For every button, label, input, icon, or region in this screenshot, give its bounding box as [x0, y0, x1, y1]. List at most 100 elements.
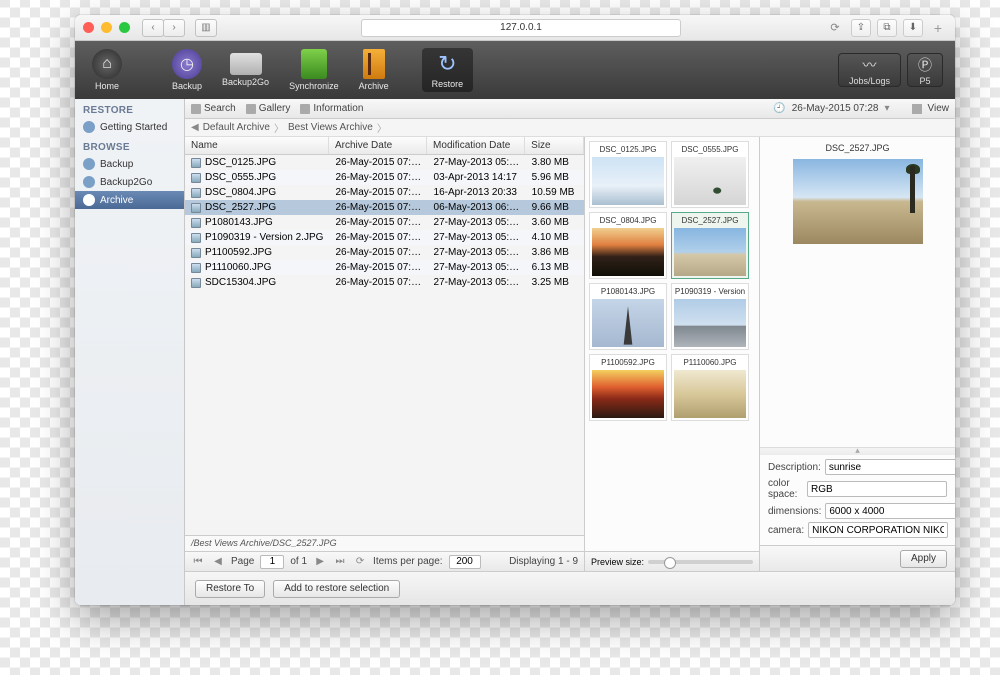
cell-archive-date: 26-May-2015 07:28 [329, 216, 427, 229]
toolbar-home[interactable]: ⌂ Home [87, 46, 127, 94]
toolbar-restore[interactable]: ↻ Restore [422, 48, 474, 92]
pager-items-input[interactable] [449, 555, 481, 569]
cell-name: P1090319 - Version 2.JPG [205, 232, 323, 243]
col-modification-date[interactable]: Modification Date [427, 137, 525, 154]
information-icon [300, 104, 310, 114]
thumbnail[interactable]: P1110060.JPG [671, 354, 749, 421]
inspector-panel: DSC_2527.JPG Description: color space: d… [760, 137, 955, 571]
thumbnail[interactable]: DSC_0125.JPG [589, 141, 667, 208]
sidebar-getting-started[interactable]: Getting Started [75, 118, 184, 136]
colorspace-field[interactable] [807, 481, 947, 497]
table-row[interactable]: P1090319 - Version 2.JPG26-May-2015 07:2… [185, 230, 584, 245]
thumb-image [592, 370, 664, 418]
apply-button[interactable]: Apply [900, 550, 947, 568]
table-row[interactable]: P1100592.JPG26-May-2015 07:2827-May-2013… [185, 245, 584, 260]
sidebar-item-archive[interactable]: Archive [75, 191, 184, 209]
crumb-back-icon[interactable]: ◀ [191, 122, 199, 133]
cell-name: DSC_0804.JPG [205, 187, 276, 198]
inspector-divider[interactable] [760, 447, 955, 455]
add-to-restore-button[interactable]: Add to restore selection [273, 580, 400, 598]
col-archive-date[interactable]: Archive Date [329, 137, 427, 154]
titlebar: ‹ › ▥ 127.0.0.1 ⟳ ⇪ ⧉ ⬇ + [75, 15, 955, 41]
thumbnail[interactable]: P1090319 - Version [671, 283, 749, 350]
app-window: ‹ › ▥ 127.0.0.1 ⟳ ⇪ ⧉ ⬇ + ⌂ Home ◷ Backu… [75, 15, 955, 605]
back-button[interactable]: ‹ [142, 19, 164, 37]
thumb-label: P1090319 - Version [674, 286, 746, 297]
thumb-image [674, 228, 746, 276]
inspector-preview-image [793, 159, 923, 244]
sidebar-item-backup2go[interactable]: Backup2Go [75, 173, 184, 191]
crumb-default-archive[interactable]: Default Archive [203, 122, 270, 133]
thumb-label: DSC_0804.JPG [592, 215, 664, 226]
thumbnail[interactable]: P1080143.JPG [589, 283, 667, 350]
toolbar-home-label: Home [95, 81, 119, 91]
pager-first-icon[interactable]: ⏮ [191, 556, 205, 567]
cell-mod-date: 27-May-2013 05:34 [428, 216, 526, 229]
dimensions-field[interactable] [825, 503, 955, 519]
pager-refresh-icon[interactable]: ⟳ [353, 556, 367, 567]
meta-label: dimensions: [768, 506, 821, 517]
thumbnail[interactable]: DSC_2527.JPG [671, 212, 749, 279]
pager-displaying: Displaying 1 - 9 [509, 556, 578, 567]
address-bar[interactable]: 127.0.0.1 [361, 19, 681, 37]
cell-name: DSC_0125.JPG [205, 157, 276, 168]
toolbar-backup[interactable]: ◷ Backup [167, 46, 207, 94]
downloads-icon[interactable]: ⬇ [903, 19, 923, 37]
toolbar-backup2go[interactable]: Backup2Go [217, 50, 274, 90]
forward-button[interactable]: › [163, 19, 185, 37]
file-icon [191, 248, 201, 258]
table-row[interactable]: P1080143.JPG26-May-2015 07:2827-May-2013… [185, 215, 584, 230]
toolbar-jobs-logs[interactable]: 〰 Jobs/Logs [838, 53, 901, 87]
cell-archive-date: 26-May-2015 07:28 [329, 261, 427, 274]
table-row[interactable]: DSC_0804.JPG26-May-2015 07:2816-Apr-2013… [185, 185, 584, 200]
crumb-best-views[interactable]: Best Views Archive [288, 122, 373, 133]
pager-page-input[interactable] [260, 555, 284, 569]
close-icon[interactable] [83, 22, 94, 33]
minimize-icon[interactable] [101, 22, 112, 33]
backup2go-icon [230, 53, 262, 75]
view-toggle[interactable]: View [928, 103, 950, 114]
tab-gallery[interactable]: Gallery [246, 103, 291, 114]
tab-information[interactable]: Information [300, 103, 363, 114]
reload-icon[interactable]: ⟳ [825, 21, 845, 34]
cell-size: 3.60 MB [526, 216, 584, 229]
table-row[interactable]: SDC15304.JPG26-May-2015 07:2827-May-2013… [185, 275, 584, 290]
zoom-icon[interactable] [119, 22, 130, 33]
subnav: Search Gallery Information 🕘 26-May-2015… [185, 99, 955, 119]
tab-search[interactable]: Search [191, 103, 236, 114]
thumbnail[interactable]: DSC_0555.JPG [671, 141, 749, 208]
table-row[interactable]: P1110060.JPG26-May-2015 07:2827-May-2013… [185, 260, 584, 275]
restore-to-button[interactable]: Restore To [195, 580, 265, 598]
inspector-filename: DSC_2527.JPG [825, 141, 889, 159]
info-icon [83, 121, 95, 133]
cell-name: DSC_2527.JPG [205, 202, 276, 213]
camera-field[interactable] [808, 522, 948, 538]
file-icon [191, 173, 201, 183]
file-icon [191, 233, 201, 243]
cell-size: 3.25 MB [526, 276, 584, 289]
toolbar-p5[interactable]: Ⓟ P5 [907, 53, 943, 87]
pager-prev-icon[interactable]: ◀ [211, 556, 225, 567]
toolbar-synchronize[interactable]: Synchronize [284, 46, 344, 94]
new-tab-button[interactable]: + [929, 20, 947, 36]
thumbnail[interactable]: DSC_0804.JPG [589, 212, 667, 279]
archive-icon [363, 49, 385, 79]
table-row[interactable]: DSC_2527.JPG26-May-2015 07:2806-May-2013… [185, 200, 584, 215]
tabs-icon[interactable]: ⧉ [877, 19, 897, 37]
col-name[interactable]: Name [185, 137, 329, 154]
disk-icon [83, 158, 95, 170]
description-field[interactable] [825, 459, 955, 475]
snapshot-timestamp[interactable]: 26-May-2015 07:28 [792, 103, 879, 114]
toolbar-archive[interactable]: Archive [354, 46, 394, 94]
share-icon[interactable]: ⇪ [851, 19, 871, 37]
sidebar-item-backup[interactable]: Backup [75, 155, 184, 173]
col-size[interactable]: Size [525, 137, 584, 154]
preview-size-slider[interactable] [648, 560, 753, 564]
table-row[interactable]: DSC_0555.JPG26-May-2015 07:2803-Apr-2013… [185, 170, 584, 185]
sidebar-toggle-icon[interactable]: ▥ [195, 19, 217, 37]
backup-icon: ◷ [172, 49, 202, 79]
thumbnail[interactable]: P1100592.JPG [589, 354, 667, 421]
pager-last-icon[interactable]: ⏭ [333, 556, 347, 567]
table-row[interactable]: DSC_0125.JPG26-May-2015 07:2827-May-2013… [185, 155, 584, 170]
pager-next-icon[interactable]: ▶ [313, 556, 327, 567]
